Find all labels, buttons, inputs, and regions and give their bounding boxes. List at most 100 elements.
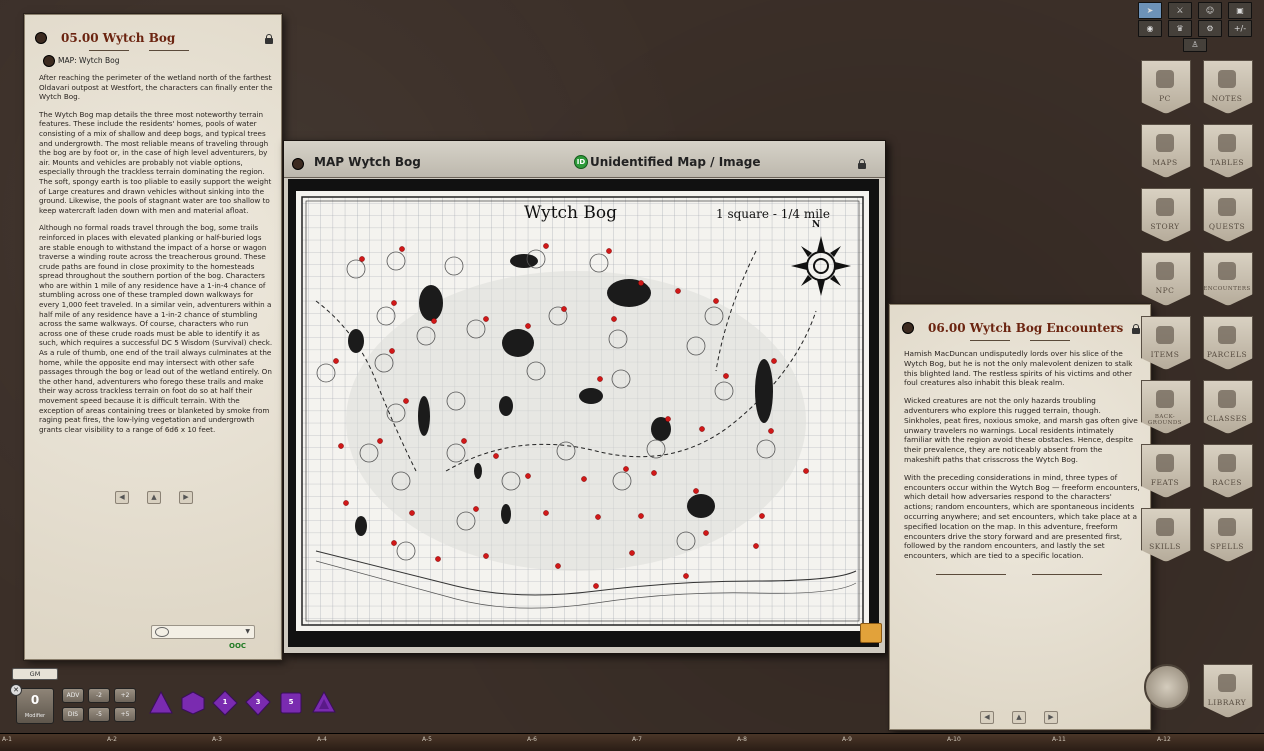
quill-icon <box>1218 70 1236 88</box>
story-paragraph: The Wytch Bog map details the three most… <box>39 109 272 215</box>
map-link[interactable]: MAP: Wytch Bog <box>58 56 119 65</box>
modifier-box[interactable]: 0 Modifier <box>16 688 54 724</box>
sword-icon <box>1156 326 1174 344</box>
map-frame: N Wytch Bog 1 square - 1/4 mile <box>288 179 879 647</box>
next-record-button[interactable]: ▶ <box>179 491 193 504</box>
assets-button[interactable] <box>1144 664 1190 710</box>
modifier-caption: Modifier <box>24 713 46 719</box>
lock-icon[interactable] <box>858 159 866 169</box>
sidebar-button-quests[interactable]: QUESTS <box>1203 188 1253 242</box>
crown-icon[interactable]: ♛ <box>1168 20 1192 37</box>
hotkey-label: A-7 <box>632 736 642 743</box>
sidebar-button-npc[interactable]: NPC <box>1141 252 1191 306</box>
sidebar-button-skills[interactable]: SKILLS <box>1141 508 1191 562</box>
sidebar-button-parcels[interactable]: PARCELS <box>1203 316 1253 370</box>
hotkey-label: A-5 <box>422 736 432 743</box>
pointer-icon[interactable]: ➤ <box>1138 2 1162 19</box>
sidebar-button-library[interactable]: LIBRARY <box>1203 664 1253 718</box>
map-header: MAP Wytch Bog ID Unidentified Map / Imag… <box>284 141 885 178</box>
sidebar-button-notes[interactable]: NOTES <box>1203 60 1253 114</box>
backgrounds-icon <box>1156 390 1174 408</box>
hotkey-label: A-12 <box>1157 736 1171 743</box>
people-icon[interactable]: ☺ <box>1198 2 1222 19</box>
sidebar-button-story[interactable]: STORY <box>1141 188 1191 242</box>
map-scale: 1 square - 1/4 mile <box>716 207 830 221</box>
story-paragraph: Although no formal roads travel through … <box>39 223 273 434</box>
d10-die-icon[interactable]: 3 <box>245 690 271 716</box>
title-ornament <box>970 337 1070 345</box>
parent-record-button[interactable]: ▲ <box>1012 711 1026 724</box>
map-window[interactable]: MAP Wytch Bog ID Unidentified Map / Imag… <box>283 140 886 654</box>
parent-record-button[interactable]: ▲ <box>147 491 161 504</box>
figure-icon[interactable]: ♙ <box>1183 38 1207 52</box>
d6-die-icon[interactable] <box>180 690 206 716</box>
feats-icon <box>1156 454 1174 472</box>
map-image[interactable]: N Wytch Bog 1 square - 1/4 mile <box>296 191 869 631</box>
minus-five-button[interactable]: -5 <box>88 707 110 722</box>
sidebar-button-spells[interactable]: SPELLS <box>1203 508 1253 562</box>
d8-die-icon[interactable]: 1 <box>212 690 238 716</box>
hotkey-bar[interactable]: A-1 A-2 A-3 A-4 A-5 A-6 A-7 A-8 A-9 A-10… <box>0 733 1264 751</box>
d12-die-icon[interactable]: 5 <box>278 690 304 716</box>
prev-record-button[interactable]: ◀ <box>115 491 129 504</box>
story-paragraph: After reaching the perimeter of the wetl… <box>39 73 273 102</box>
compass-north-label: N <box>812 220 821 230</box>
encounters-paragraph: Hamish MacDuncan undisputedly lords over… <box>904 349 1133 388</box>
speech-bubble-icon <box>155 627 169 637</box>
pc-icon <box>1156 70 1174 88</box>
record-icon[interactable] <box>902 322 914 334</box>
encounters-title: 06.00 Wytch Bog Encounters <box>928 321 1124 335</box>
sidebar-button-feats[interactable]: FEATS <box>1141 444 1191 498</box>
prev-record-button[interactable]: ◀ <box>980 711 994 724</box>
plus-minus-icon[interactable]: +/- <box>1228 20 1252 37</box>
sidebar-button-backgrounds[interactable]: BACK-GROUNDS <box>1141 380 1191 434</box>
sidebar-button-pc[interactable]: PC <box>1141 60 1191 114</box>
eye-icon[interactable]: ◉ <box>1138 20 1162 37</box>
chat-input[interactable]: ▼ <box>151 625 255 639</box>
classes-icon <box>1218 390 1236 408</box>
d20-die-icon[interactable] <box>311 690 337 716</box>
dice-icon <box>1218 134 1236 152</box>
adv-button[interactable]: ADV <box>62 688 84 703</box>
encounters-window[interactable]: 06.00 Wytch Bog Encounters Hamish MacDun… <box>889 304 1151 730</box>
sidebar-button-classes[interactable]: CLASSES <box>1203 380 1253 434</box>
record-icon[interactable] <box>35 32 47 44</box>
plus-two-button[interactable]: +2 <box>114 688 136 703</box>
npc-icon <box>1156 262 1174 280</box>
dis-button[interactable]: DIS <box>62 707 84 722</box>
sidebar-button-items[interactable]: ITEMS <box>1141 316 1191 370</box>
hotkey-label: A-6 <box>527 736 537 743</box>
sidebar-button-maps[interactable]: MAPS <box>1141 124 1191 178</box>
dragon-icon <box>1218 262 1236 280</box>
ooc-toggle[interactable]: OOC <box>229 642 246 650</box>
races-icon <box>1218 454 1236 472</box>
record-icon[interactable] <box>292 158 304 170</box>
book-icon <box>1218 674 1236 692</box>
hotkey-label: A-8 <box>737 736 747 743</box>
title-ornament <box>89 47 189 55</box>
id-status-icon[interactable]: ID <box>574 155 588 169</box>
toolbox-icon[interactable]: ▣ <box>1228 2 1252 19</box>
crossed-swords-icon[interactable]: ⚔ <box>1168 2 1192 19</box>
story-window[interactable]: 05.00 Wytch Bog MAP: Wytch Bog After rea… <box>24 14 282 660</box>
hotkey-label: A-11 <box>1052 736 1066 743</box>
hotkey-label: A-2 <box>107 736 117 743</box>
lock-icon[interactable] <box>265 34 273 44</box>
chevron-down-icon[interactable]: ▼ <box>245 628 250 635</box>
sidebar-button-races[interactable]: RACES <box>1203 444 1253 498</box>
map-link-icon[interactable] <box>43 55 55 67</box>
gm-identity-tag[interactable]: GM <box>12 668 58 680</box>
skills-icon <box>1156 518 1174 536</box>
clear-modifier-icon[interactable]: ✕ <box>10 684 22 696</box>
next-record-button[interactable]: ▶ <box>1044 711 1058 724</box>
sidebar-button-tables[interactable]: TABLES <box>1203 124 1253 178</box>
sidebar-button-encounters[interactable]: ENCOUNTERS <box>1203 252 1253 306</box>
hotkey-label: A-4 <box>317 736 327 743</box>
plus-five-button[interactable]: +5 <box>114 707 136 722</box>
modifier-value: 0 <box>30 693 40 707</box>
d4-die-icon[interactable] <box>148 690 174 716</box>
minus-two-button[interactable]: -2 <box>88 688 110 703</box>
lock-icon[interactable] <box>1132 324 1140 334</box>
resize-handle-icon[interactable] <box>860 623 882 643</box>
gear-icon[interactable]: ⚙ <box>1198 20 1222 37</box>
